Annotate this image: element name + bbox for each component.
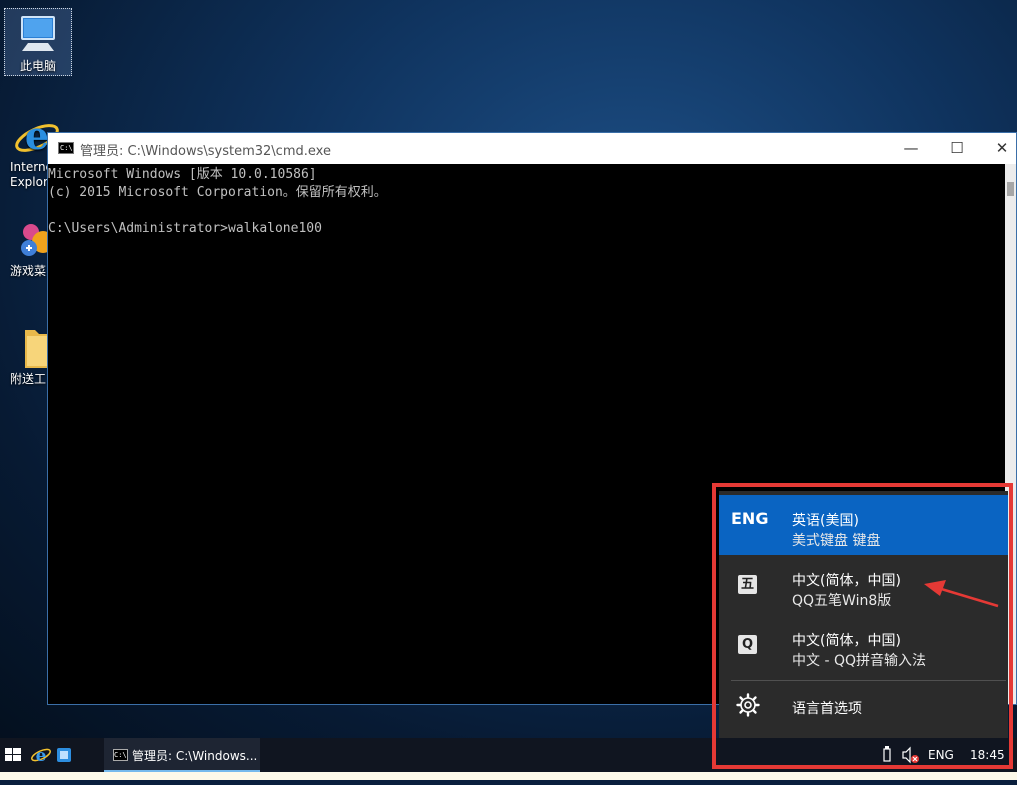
svg-text:e: e (25, 114, 49, 158)
file-explorer-icon (57, 748, 71, 762)
console-prompt-line: C:\Users\Administrator>walkalone100 (48, 221, 322, 236)
desktop-icon-this-pc[interactable]: 此电脑 (4, 8, 72, 76)
windows-logo-icon (5, 748, 21, 761)
annotation-arrow-icon (924, 580, 999, 608)
close-button[interactable]: ✕ (979, 133, 1017, 164)
minimize-icon: — (903, 139, 919, 157)
ie-icon: e (31, 746, 51, 766)
window-titlebar[interactable]: C:\ 管理员: C:\Windows\system32\cmd.exe — ☐… (48, 133, 1016, 164)
taskbar-explorer-button[interactable] (54, 738, 74, 772)
annotation-highlight-box (712, 483, 1013, 769)
cmd-app-icon: C:\ (58, 142, 74, 154)
start-button[interactable] (0, 738, 26, 772)
bottom-edge (0, 772, 1017, 780)
taskbar-cmd-label: 管理员: C:\Windows... (132, 749, 258, 763)
scrollbar-thumb[interactable] (1007, 182, 1014, 196)
svg-text:e: e (36, 746, 47, 766)
maximize-icon: ☐ (950, 139, 964, 157)
maximize-button[interactable]: ☐ (934, 133, 980, 164)
desktop-icon-label: 此电脑 (19, 59, 56, 73)
close-icon: ✕ (995, 139, 1009, 157)
console-line: (c) 2015 Microsoft Corporation。保留所有权利。 (48, 185, 387, 200)
window-title: 管理员: C:\Windows\system32\cmd.exe (80, 144, 331, 159)
cmd-app-icon: C:\ (113, 749, 128, 761)
taskbar-ie-button[interactable]: e (30, 738, 52, 772)
taskbar-cmd-button[interactable]: C:\ 管理员: C:\Windows... (104, 738, 260, 772)
computer-icon (14, 13, 62, 57)
console-line: Microsoft Windows [版本 10.0.10586] (48, 167, 317, 182)
minimize-button[interactable]: — (888, 133, 934, 164)
